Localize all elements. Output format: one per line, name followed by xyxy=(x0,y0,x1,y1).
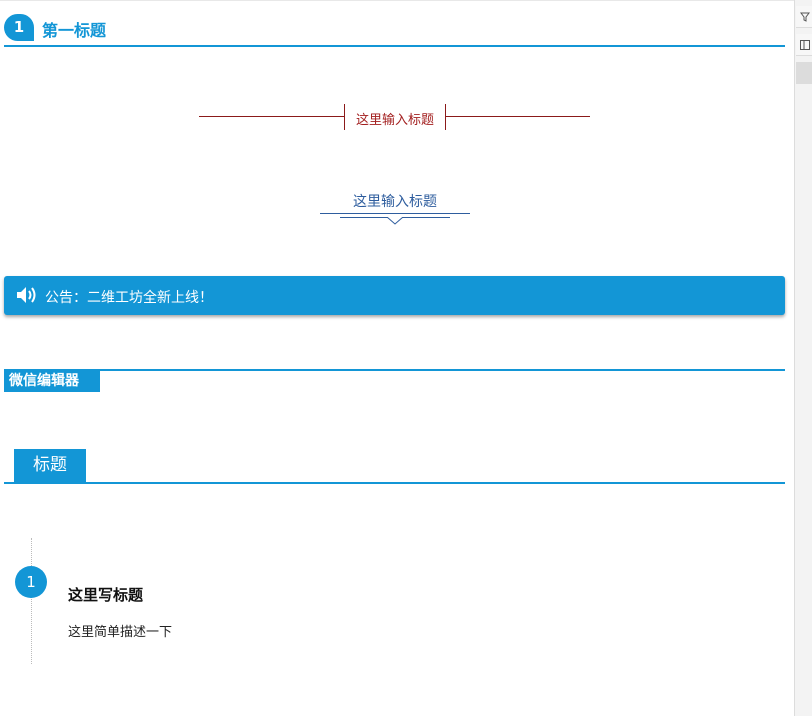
side-button-1[interactable] xyxy=(796,6,812,28)
panel-icon xyxy=(800,40,810,50)
red-title-right-tick xyxy=(445,104,446,130)
scrollbar-thumb[interactable] xyxy=(796,62,812,84)
blue-underline-title[interactable]: 这里输入标题 xyxy=(320,191,470,211)
editor-tag-line xyxy=(4,369,785,371)
red-title-left-line xyxy=(199,116,344,117)
tab-title[interactable]: 标题 xyxy=(14,449,86,482)
numbered-heading[interactable]: 1 第一标题 xyxy=(4,14,785,47)
blue-underline-top xyxy=(320,213,470,214)
timeline-line xyxy=(31,538,32,664)
side-button-2[interactable] xyxy=(796,34,812,56)
top-border xyxy=(0,0,794,4)
speaker-icon xyxy=(17,287,36,303)
red-title-right-line xyxy=(446,116,590,117)
tab-title-underline xyxy=(4,482,785,484)
heading-number-badge: 1 xyxy=(4,14,34,41)
red-title-left-tick xyxy=(344,104,345,130)
editor-tag[interactable]: 微信编辑器 xyxy=(4,371,100,392)
timeline-description[interactable]: 这里简单描述一下 xyxy=(68,621,172,640)
announcement-bar[interactable]: 公告：二维工坊全新上线！ xyxy=(4,276,785,315)
timeline-title[interactable]: 这里写标题 xyxy=(68,584,143,605)
side-toolbar xyxy=(794,0,812,716)
timeline-number: 1 xyxy=(15,566,47,598)
chevron-down-icon xyxy=(386,217,404,225)
red-line-title[interactable]: 这里输入标题 xyxy=(346,109,444,128)
heading-text: 第一标题 xyxy=(42,21,107,40)
announcement-text: 公告：二维工坊全新上线！ xyxy=(45,290,213,306)
filter-icon xyxy=(800,12,810,22)
